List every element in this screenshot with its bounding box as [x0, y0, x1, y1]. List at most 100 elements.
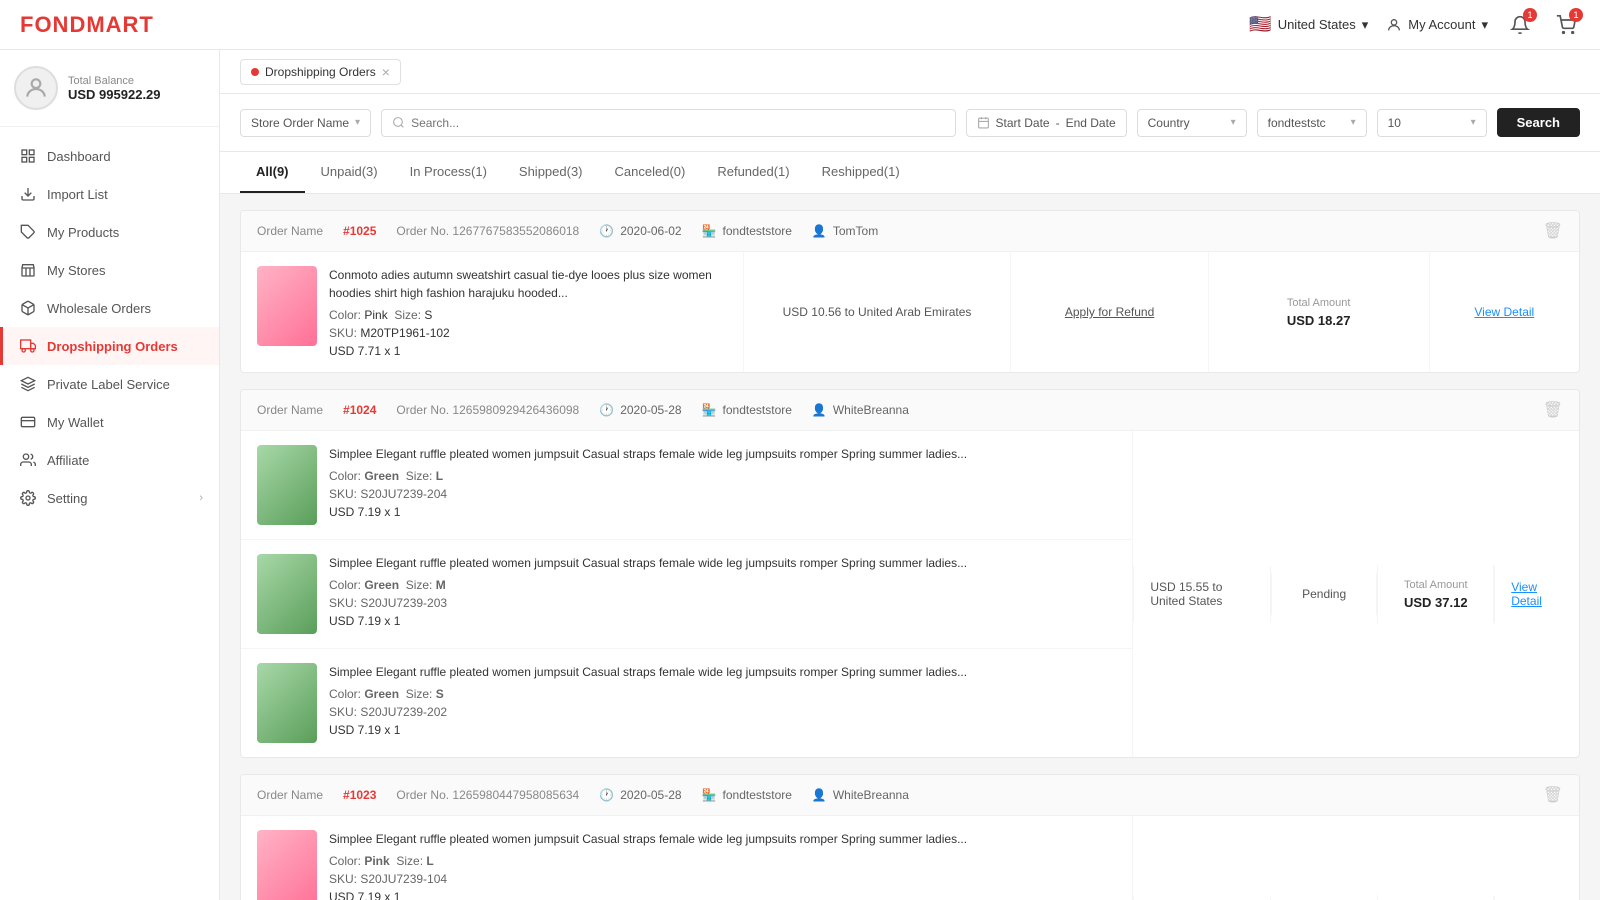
layout: Total Balance USD 995922.29 Dashboard Im…: [0, 50, 1600, 900]
grid-icon: [19, 147, 37, 165]
product-sku: SKU: M20TP1961-102: [329, 326, 727, 340]
product-info: Simplee Elegant ruffle pleated women jum…: [329, 663, 967, 737]
search-input[interactable]: [411, 116, 511, 130]
country-label: United States: [1278, 17, 1356, 32]
date-range-filter[interactable]: Start Date - End Date: [966, 109, 1127, 137]
total-label: Total Amount: [1287, 297, 1351, 309]
user-icon: 👤: [812, 788, 827, 802]
account-menu[interactable]: My Account ▾: [1386, 17, 1488, 33]
view-detail-button[interactable]: View Detail: [1474, 305, 1534, 319]
delete-order-button[interactable]: 🗑: [1543, 785, 1563, 805]
close-icon[interactable]: ×: [382, 64, 390, 80]
delete-order-button[interactable]: 🗑: [1543, 400, 1563, 420]
order-no-label: Order No. 1265980929426436098: [396, 403, 579, 417]
sidebar-item-my-products[interactable]: My Products: [0, 213, 219, 251]
store-icon: [19, 261, 37, 279]
product-color-size: Color: Green Size: M: [329, 578, 967, 592]
product-info: Simplee Elegant ruffle pleated women jum…: [329, 445, 967, 519]
flag-icon: 🇺🇸: [1249, 14, 1271, 35]
cart-badge: 1: [1569, 8, 1583, 22]
view-detail-button[interactable]: View Detail: [1511, 580, 1563, 608]
chevron-right-icon: ›: [199, 492, 203, 504]
sidebar-item-dashboard[interactable]: Dashboard: [0, 137, 219, 175]
sidebar-item-setting[interactable]: Setting ›: [0, 479, 219, 517]
product-price: USD 7.71 x 1: [329, 344, 727, 358]
order-tab-unpaid[interactable]: Unpaid(3): [305, 152, 394, 193]
sidebar-item-label: Wholesale Orders: [47, 301, 151, 316]
order-store: 🏪 fondteststore: [702, 224, 792, 238]
country-selector[interactable]: 🇺🇸 United States ▾: [1249, 14, 1368, 35]
order-store: 🏪 fondteststore: [702, 788, 792, 802]
chevron-down-icon: ▾: [1471, 117, 1476, 128]
sidebar: Total Balance USD 995922.29 Dashboard Im…: [0, 50, 220, 900]
sidebar-item-import-list[interactable]: Import List: [0, 175, 219, 213]
color-value: Pink: [364, 308, 387, 322]
logo-text: FOND: [20, 12, 86, 37]
product-color-size: Color: Green Size: L: [329, 469, 967, 483]
avatar-icon: [23, 75, 49, 101]
topnav: FONDMART 🇺🇸 United States ▾ My Account ▾…: [0, 0, 1600, 50]
total-section: Total Amount USD 37.12: [1377, 565, 1494, 624]
product-image: [257, 830, 317, 900]
products-column: Simplee Elegant ruffle pleated women jum…: [241, 431, 1133, 757]
shipping-info: USD 15.55 to United States: [1150, 580, 1254, 608]
user-icon: [1386, 17, 1402, 33]
order-tab-canceled[interactable]: Canceled(0): [599, 152, 702, 193]
chevron-down-icon: ▾: [355, 117, 360, 128]
sidebar-item-my-stores[interactable]: My Stores: [0, 251, 219, 289]
notification-bell[interactable]: 1: [1506, 11, 1534, 39]
order-block: Order Name #1024 Order No. 1265980929426…: [240, 389, 1580, 758]
order-right-cols: USD 15.55 to United States Pending Total…: [1133, 431, 1579, 757]
product-info: Simplee Elegant ruffle pleated women jum…: [329, 830, 967, 900]
balance-label: Total Balance: [68, 75, 161, 87]
shipping-section: USD 10.56 to United Arab Emirates: [743, 252, 1011, 372]
product-name: Simplee Elegant ruffle pleated women jum…: [329, 445, 967, 463]
total-value: USD 18.27: [1287, 313, 1351, 328]
order-store: 🏪 fondteststore: [702, 403, 792, 417]
account-label: My Account: [1408, 17, 1475, 32]
product-sku: SKU: S20JU7239-202: [329, 705, 967, 719]
per-page-filter[interactable]: 10 ▾: [1377, 109, 1487, 137]
total-label: Total Amount: [1404, 579, 1468, 591]
status-section[interactable]: Apply for Refund: [1010, 252, 1207, 372]
product-row-item: Simplee Elegant ruffle pleated women jum…: [241, 816, 1132, 900]
date-separator: -: [1056, 116, 1060, 130]
sidebar-item-label: Setting: [47, 491, 87, 506]
filter-row: Store Order Name ▾ Start Date - End Date…: [220, 94, 1600, 152]
store-order-name-filter[interactable]: Store Order Name ▾: [240, 109, 371, 137]
sidebar-item-private-label-service[interactable]: Private Label Service: [0, 365, 219, 403]
sidebar-item-affiliate[interactable]: Affiliate: [0, 441, 219, 479]
logo[interactable]: FONDMART: [20, 12, 154, 38]
product-price: USD 7.19 x 1: [329, 890, 967, 900]
profile-info: Total Balance USD 995922.29: [68, 75, 161, 102]
wallet-icon: [19, 413, 37, 431]
order-name-label: Order Name: [257, 788, 323, 802]
order-tab-refunded[interactable]: Refunded(1): [701, 152, 805, 193]
sidebar-item-wholesale-orders[interactable]: Wholesale Orders: [0, 289, 219, 327]
order-tab-in-process[interactable]: In Process(1): [394, 152, 503, 193]
sidebar-item-my-wallet[interactable]: My Wallet: [0, 403, 219, 441]
order-no-label: Order No. 1267767583552086018: [396, 224, 579, 238]
order-tab-shipped[interactable]: Shipped(3): [503, 152, 599, 193]
box-icon: [19, 299, 37, 317]
order-tab-all[interactable]: All(9): [240, 152, 305, 193]
delete-order-button[interactable]: 🗑: [1543, 221, 1563, 241]
sidebar-item-dropshipping-orders[interactable]: Dropshipping Orders: [0, 327, 219, 365]
cart-button[interactable]: 1: [1552, 11, 1580, 39]
main-content: Dropshipping Orders × Store Order Name ▾…: [220, 50, 1600, 900]
chevron-down-icon: ▾: [1481, 17, 1488, 33]
search-button[interactable]: Search: [1497, 108, 1580, 137]
search-input-wrapper[interactable]: [381, 109, 955, 137]
order-tab-reshipped[interactable]: Reshipped(1): [806, 152, 916, 193]
search-icon: [392, 116, 405, 129]
order-right-cols: USD 15.55 to United States Pending Total…: [1133, 816, 1579, 900]
tab-bar: Dropshipping Orders ×: [220, 50, 1600, 94]
product-row-item: Simplee Elegant ruffle pleated women jum…: [241, 649, 1132, 757]
order-customer: 👤 TomTom: [812, 224, 878, 238]
store-filter[interactable]: fondteststc ▾: [1257, 109, 1367, 137]
product-name: Simplee Elegant ruffle pleated women jum…: [329, 663, 967, 681]
page-tab-dropshipping-orders[interactable]: Dropshipping Orders ×: [240, 59, 401, 85]
order-block: Order Name #1023 Order No. 1265980447958…: [240, 774, 1580, 900]
country-filter[interactable]: Country ▾: [1137, 109, 1247, 137]
per-page-value: 10: [1388, 116, 1401, 130]
